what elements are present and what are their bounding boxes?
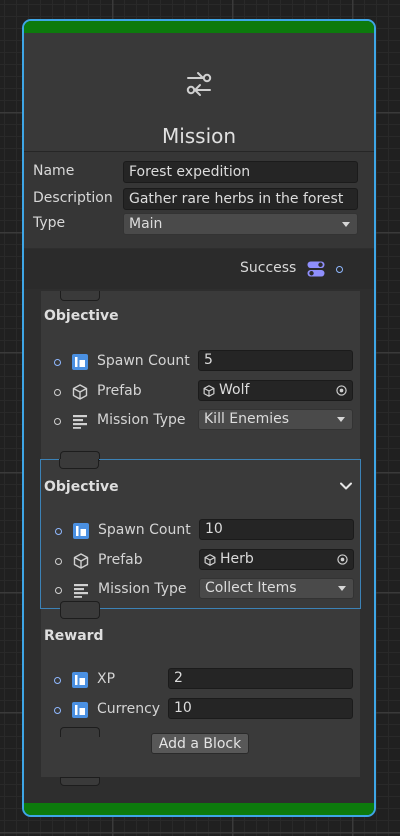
mission-type-dropdown[interactable]: Collect Items [199,578,354,599]
currency-label: Currency [97,701,161,717]
name-field[interactable]: Forest expedition [123,161,358,183]
blocks-panel: Objective Spawn Count 5 Prefab Wolf Miss… [40,291,361,786]
type-dropdown[interactable]: Main [123,213,358,235]
block-title: Reward [44,628,104,644]
description-label: Description [33,190,113,206]
target-picker-icon[interactable] [336,385,347,396]
mission-type-value: Kill Enemies [204,411,290,427]
spawn-count-label: Spawn Count [98,522,191,538]
mission-node[interactable]: Mission Name Forest expedition Descripti… [22,19,376,817]
mission-type-label: Mission Type [97,412,186,428]
prefab-label: Prefab [98,552,143,568]
name-label: Name [33,163,75,179]
xp-label: XP [97,671,116,687]
node-header[interactable]: Mission [24,33,374,152]
int-icon [72,702,88,718]
spawn-count-port[interactable] [55,528,62,535]
mission-type-port[interactable] [55,587,62,594]
reward-block[interactable]: Reward XP 2 Currency 10 [41,609,360,725]
prefab-label: Prefab [97,383,142,399]
mission-type-value: Collect Items [205,580,297,596]
cube-icon [73,553,89,569]
node-title: Mission [161,124,237,148]
objective-block-2[interactable]: Objective Spawn Count 10 Prefab Herb Mis… [40,459,361,609]
type-label: Type [33,215,66,231]
cube-icon [203,385,215,397]
success-output-port[interactable] [336,266,343,273]
mission-type-label: Mission Type [98,581,187,597]
cube-icon [204,554,216,566]
xp-port[interactable] [54,677,61,684]
target-picker-icon[interactable] [337,554,348,565]
prefab-value: Wolf [219,382,250,398]
prefab-object-field[interactable]: Herb [199,549,354,570]
cube-icon [72,384,88,400]
int-icon [72,672,88,688]
type-dropdown-value: Main [129,216,163,232]
add-block-button[interactable]: Add a Block [151,733,249,754]
block-connector-bottom [60,777,100,786]
chevron-down-icon [338,586,346,591]
success-port-label: Success [240,260,297,276]
enum-icon [74,584,88,598]
block-title: Objective [44,479,119,495]
currency-port[interactable] [54,707,61,714]
block-connector-top [60,291,100,301]
node-fields: Name Forest expedition Description Gathe… [24,152,374,248]
prefab-port[interactable] [54,389,61,396]
block-title: Objective [44,308,119,324]
spawn-count-field[interactable]: 5 [198,350,353,371]
spawn-count-label: Spawn Count [97,353,190,369]
prefab-object-field[interactable]: Wolf [198,380,353,401]
objective-block-1[interactable]: Objective Spawn Count 5 Prefab Wolf Miss… [41,303,360,443]
block-connector [59,459,99,469]
block-connector [60,727,100,737]
description-field[interactable]: Gather rare herbs in the forest [123,188,358,210]
xp-field[interactable]: 2 [168,668,353,689]
int-icon [72,354,88,370]
node-bottom-stripe [24,803,374,815]
chevron-down-icon [342,222,350,227]
prefab-value: Herb [220,551,254,567]
chevron-down-icon [337,417,345,422]
enum-icon [73,415,87,429]
mission-type-port[interactable] [54,418,61,425]
block-connector [60,609,100,619]
int-icon [73,523,89,539]
spawn-count-field[interactable]: 10 [199,519,354,540]
spawn-count-port[interactable] [54,359,61,366]
prefab-port[interactable] [55,558,62,565]
currency-field[interactable]: 10 [168,698,353,719]
node-top-stripe [24,21,374,33]
collapse-chevron-icon[interactable] [340,482,352,490]
mission-type-dropdown[interactable]: Kill Enemies [198,409,353,430]
switch-icon [186,72,212,96]
output-ports: Success [24,249,374,289]
toggle-icon [307,261,325,277]
